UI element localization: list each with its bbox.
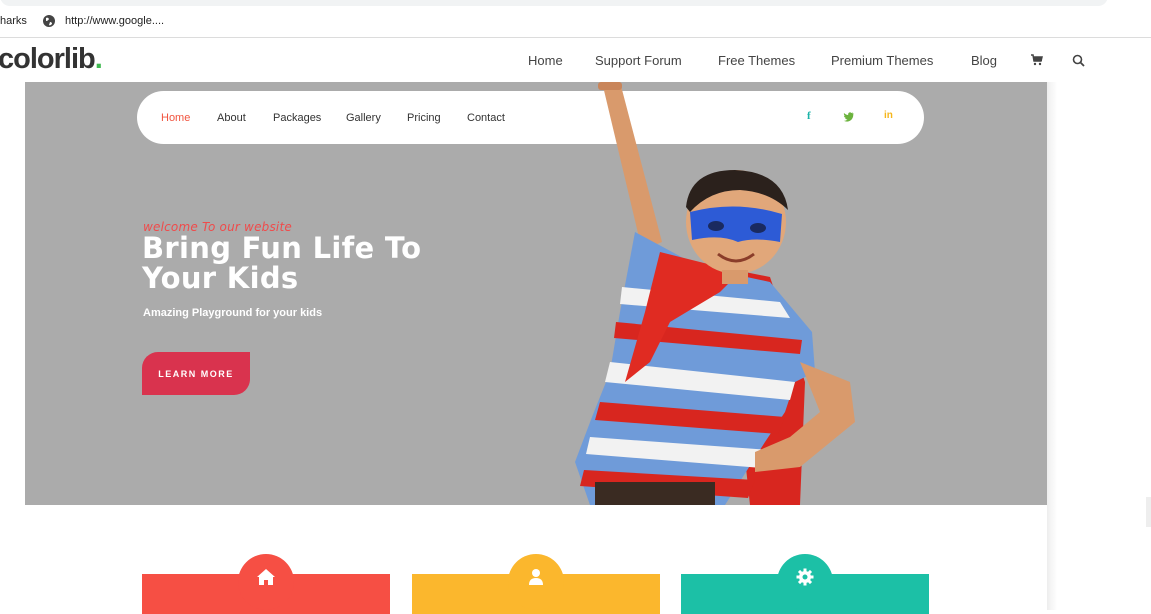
template-nav-contact[interactable]: Contact bbox=[467, 112, 505, 124]
template-nav-home[interactable]: Home bbox=[161, 112, 190, 124]
bookmark-link[interactable]: http://www.google.... bbox=[65, 15, 164, 27]
template-nav-gallery[interactable]: Gallery bbox=[346, 112, 381, 124]
hero-subline: Amazing Playground for your kids bbox=[143, 307, 323, 319]
bookmarks-bar: harks http://www.google.... bbox=[0, 8, 1151, 36]
hero-kid-image bbox=[575, 82, 855, 505]
user-icon bbox=[529, 569, 543, 585]
template-nav-packages[interactable]: Packages bbox=[273, 112, 321, 124]
hero-headline: Bring Fun Life To Your Kids bbox=[142, 233, 462, 293]
address-bar-edge bbox=[0, 0, 1151, 8]
cart-icon[interactable] bbox=[1031, 54, 1043, 66]
colorlib-nav-blog[interactable]: Blog bbox=[971, 53, 997, 68]
template-nav-pricing[interactable]: Pricing bbox=[407, 112, 441, 124]
linkedin-icon[interactable]: in bbox=[884, 110, 893, 121]
feature-home-badge bbox=[238, 554, 294, 610]
learn-more-button[interactable]: LEARN MORE bbox=[142, 352, 250, 395]
logo-text: colorlib bbox=[0, 43, 96, 75]
colorlib-nav-home[interactable]: Home bbox=[528, 53, 563, 68]
hero-section: Home About Packages Gallery Pricing Cont… bbox=[25, 82, 1047, 505]
globe-icon bbox=[43, 15, 55, 27]
search-icon[interactable] bbox=[1072, 54, 1085, 67]
page-shadow bbox=[1047, 82, 1057, 610]
address-bar[interactable] bbox=[0, 0, 1108, 6]
hero-headline-line1: Bring Fun Life To bbox=[142, 231, 422, 265]
colorlib-logo[interactable]: colorlib. bbox=[0, 43, 103, 76]
scrollbar-thumb[interactable] bbox=[1146, 497, 1151, 527]
gear-icon bbox=[796, 568, 814, 586]
feature-user-badge bbox=[508, 554, 564, 610]
hero-headline-line2: Your Kids bbox=[142, 261, 299, 295]
home-icon bbox=[257, 569, 275, 585]
colorlib-nav-premium-themes[interactable]: Premium Themes bbox=[831, 53, 933, 68]
colorlib-nav-free-themes[interactable]: Free Themes bbox=[718, 53, 795, 68]
feature-gear-badge bbox=[777, 554, 833, 610]
template-nav-about[interactable]: About bbox=[217, 112, 246, 124]
colorlib-nav-support-forum[interactable]: Support Forum bbox=[595, 53, 682, 68]
logo-dot: . bbox=[94, 43, 103, 75]
bookmarks-label: harks bbox=[0, 15, 27, 27]
colorlib-header: colorlib. Home Support Forum Free Themes… bbox=[0, 37, 1151, 82]
